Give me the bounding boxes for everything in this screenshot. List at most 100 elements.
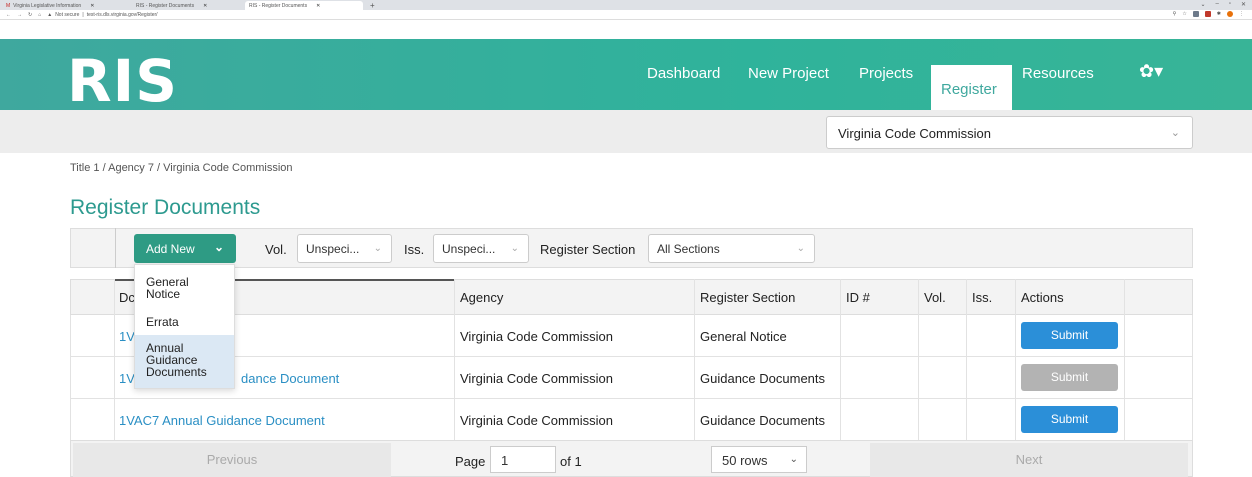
chevron-down-icon: ⌄ — [796, 243, 805, 254]
vol-select[interactable]: Unspeci... ⌄ — [297, 234, 392, 263]
register-section-label: Register Section — [540, 242, 636, 257]
close-icon[interactable]: ✕ — [316, 3, 320, 9]
avatar[interactable] — [1227, 11, 1233, 17]
document-link[interactable]: 1VAC7 Annual Guidance Document — [119, 413, 325, 428]
page-label: Page — [455, 454, 486, 469]
menu-item-annual-guidance-documents[interactable]: Annual Guidance Documents — [135, 335, 234, 388]
agency-cell: Virginia Code Commission — [460, 413, 613, 428]
puzzle-icon[interactable]: ✱ — [1217, 11, 1221, 17]
column-divider — [840, 279, 841, 441]
page-count: of 1 — [560, 454, 582, 469]
chevron-down-icon: ⌄ — [213, 240, 224, 254]
rows-per-page-value: 50 rows — [722, 453, 768, 468]
nav-dashboard[interactable]: Dashboard — [647, 65, 720, 82]
document-link[interactable]: 1V — [119, 371, 135, 386]
divider — [115, 228, 116, 268]
new-tab-icon[interactable]: + — [366, 1, 379, 10]
add-new-dropdown: General Notice Errata Annual Guidance Do… — [134, 264, 235, 389]
nav-resources[interactable]: Resources — [1022, 65, 1094, 82]
rows-per-page-select[interactable]: 50 rows ⌄ — [711, 446, 807, 473]
col-document[interactable]: Dc — [119, 290, 135, 305]
nav-register-label[interactable]: Register — [941, 81, 997, 98]
extension-icon[interactable] — [1192, 11, 1199, 17]
column-divider — [114, 279, 115, 441]
col-iss[interactable]: Iss. — [972, 290, 992, 305]
iss-select[interactable]: Unspeci... ⌄ — [433, 234, 529, 263]
maximize-icon[interactable]: ▫ — [1229, 1, 1231, 8]
logo[interactable]: RIS — [67, 47, 178, 115]
next-button[interactable]: Next — [870, 443, 1188, 477]
back-icon[interactable]: ← — [6, 12, 11, 18]
agency-select[interactable]: Virginia Code Commission ⌄ — [826, 116, 1193, 149]
minimize-icon[interactable]: – — [1215, 1, 1218, 8]
add-new-button[interactable]: Add New ⌄ — [134, 234, 236, 263]
warning-icon: ▲ — [47, 11, 53, 18]
url-field[interactable]: ▲ Not secure | test-ris.dls.virginia.gov… — [47, 12, 157, 18]
col-register-section[interactable]: Register Section — [700, 290, 795, 305]
chevron-down-icon: ⌄ — [510, 243, 519, 254]
window-controls: ⌄ – ▫ ✕ — [1200, 1, 1246, 8]
add-new-label: Add New — [146, 242, 195, 256]
vol-label: Vol. — [265, 242, 287, 257]
chevron-down-icon: ⌄ — [1170, 127, 1180, 139]
previous-button[interactable]: Previous — [73, 443, 391, 477]
column-divider — [1124, 279, 1125, 441]
page-input[interactable]: 1 — [490, 446, 556, 473]
nav-new-project[interactable]: New Project — [748, 65, 829, 82]
document-link-tail[interactable]: dance Document — [241, 371, 339, 386]
chevron-down-icon: ⌄ — [373, 243, 382, 254]
menu-item-general-notice[interactable]: General Notice — [135, 276, 234, 300]
browser-tab-1[interactable]: M Virginia Legislative Information ✕ — [2, 1, 98, 10]
reload-icon[interactable]: ↻ — [28, 12, 32, 18]
star-icon[interactable]: ☆ — [1182, 11, 1186, 17]
submit-button[interactable]: Submit — [1021, 406, 1118, 433]
col-id[interactable]: ID # — [846, 290, 870, 305]
column-divider — [918, 279, 919, 441]
close-icon[interactable]: ✕ — [90, 3, 94, 9]
vol-select-value: Unspeci... — [306, 242, 360, 256]
column-divider — [694, 279, 695, 441]
app-header: RIS Dashboard New Project Projects Resou… — [0, 39, 1252, 115]
section-cell: General Notice — [700, 329, 787, 344]
tab-label: RIS - Register Documents — [249, 2, 308, 9]
agency-cell: Virginia Code Commission — [460, 329, 613, 344]
col-actions: Actions — [1021, 290, 1064, 305]
extension-icon[interactable] — [1204, 11, 1211, 17]
divider: | — [82, 11, 84, 18]
browser-tab-2[interactable]: RIS - Register Documents ✕ — [132, 1, 211, 10]
tab-label: RIS - Register Documents — [136, 2, 195, 9]
address-bar: ← → ↻ ⌂ ▲ Not secure | test-ris.dls.virg… — [0, 10, 1252, 20]
tab-label: Virginia Legislative Information — [13, 2, 82, 9]
register-section-value: All Sections — [657, 242, 720, 256]
browser-tab-bar: M Virginia Legislative Information ✕ RIS -… — [0, 0, 1252, 10]
chevron-down-icon: ⌄ — [789, 454, 798, 465]
breadcrumb: Title 1 / Agency 7 / Virginia Code Commi… — [70, 162, 293, 174]
iss-select-value: Unspeci... — [442, 242, 496, 256]
close-window-icon[interactable]: ✕ — [1241, 1, 1246, 8]
menu-item-errata[interactable]: Errata — [135, 316, 234, 328]
home-icon[interactable]: ⌂ — [38, 12, 41, 18]
forward-icon[interactable]: → — [17, 12, 22, 18]
close-icon[interactable]: ✕ — [203, 3, 207, 9]
url-text: test-ris.dls.virginia.gov/Register/ — [86, 11, 158, 18]
document-link[interactable]: 1V — [119, 329, 135, 344]
submit-button[interactable]: Submit — [1021, 322, 1118, 349]
submit-button-disabled: Submit — [1021, 364, 1118, 391]
register-section-select[interactable]: All Sections ⌄ — [648, 234, 815, 263]
section-cell: Guidance Documents — [700, 371, 826, 386]
page-title: Register Documents — [70, 196, 261, 219]
gear-icon[interactable]: ✿▾ — [1139, 61, 1163, 82]
section-cell: Guidance Documents — [700, 413, 826, 428]
column-divider — [1015, 279, 1016, 441]
menu-icon[interactable]: ⋮ — [1239, 11, 1244, 17]
col-vol[interactable]: Vol. — [924, 290, 946, 305]
zoom-icon[interactable]: ⚲ — [1173, 11, 1177, 17]
tab-search-icon[interactable]: ⌄ — [1200, 1, 1205, 8]
nav-projects[interactable]: Projects — [859, 65, 913, 82]
col-agency[interactable]: Agency — [460, 290, 503, 305]
browser-tab-3[interactable]: RIS - Register Documents ✕ — [245, 1, 363, 10]
iss-label: Iss. — [404, 242, 425, 257]
security-label: Not secure — [55, 11, 80, 18]
extensions-bar: ⚲ ☆ ✱ ⋮ — [1173, 11, 1244, 17]
agency-select-value: Virginia Code Commission — [838, 126, 991, 141]
